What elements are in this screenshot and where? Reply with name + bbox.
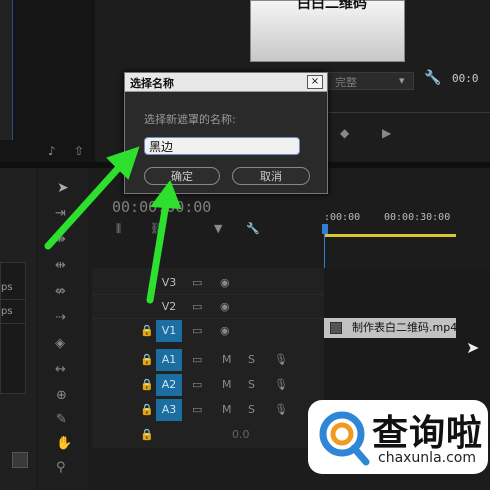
watermark-logo: 查询啦 chaxunla.com [308, 400, 488, 474]
arrow-head-ok [150, 179, 182, 210]
arrow-to-ok [146, 200, 170, 304]
arrow-to-input [44, 160, 126, 250]
watermark-main: 查询啦 [372, 413, 484, 454]
search-icon [319, 411, 370, 466]
watermark-sub: chaxunla.com [378, 450, 476, 466]
